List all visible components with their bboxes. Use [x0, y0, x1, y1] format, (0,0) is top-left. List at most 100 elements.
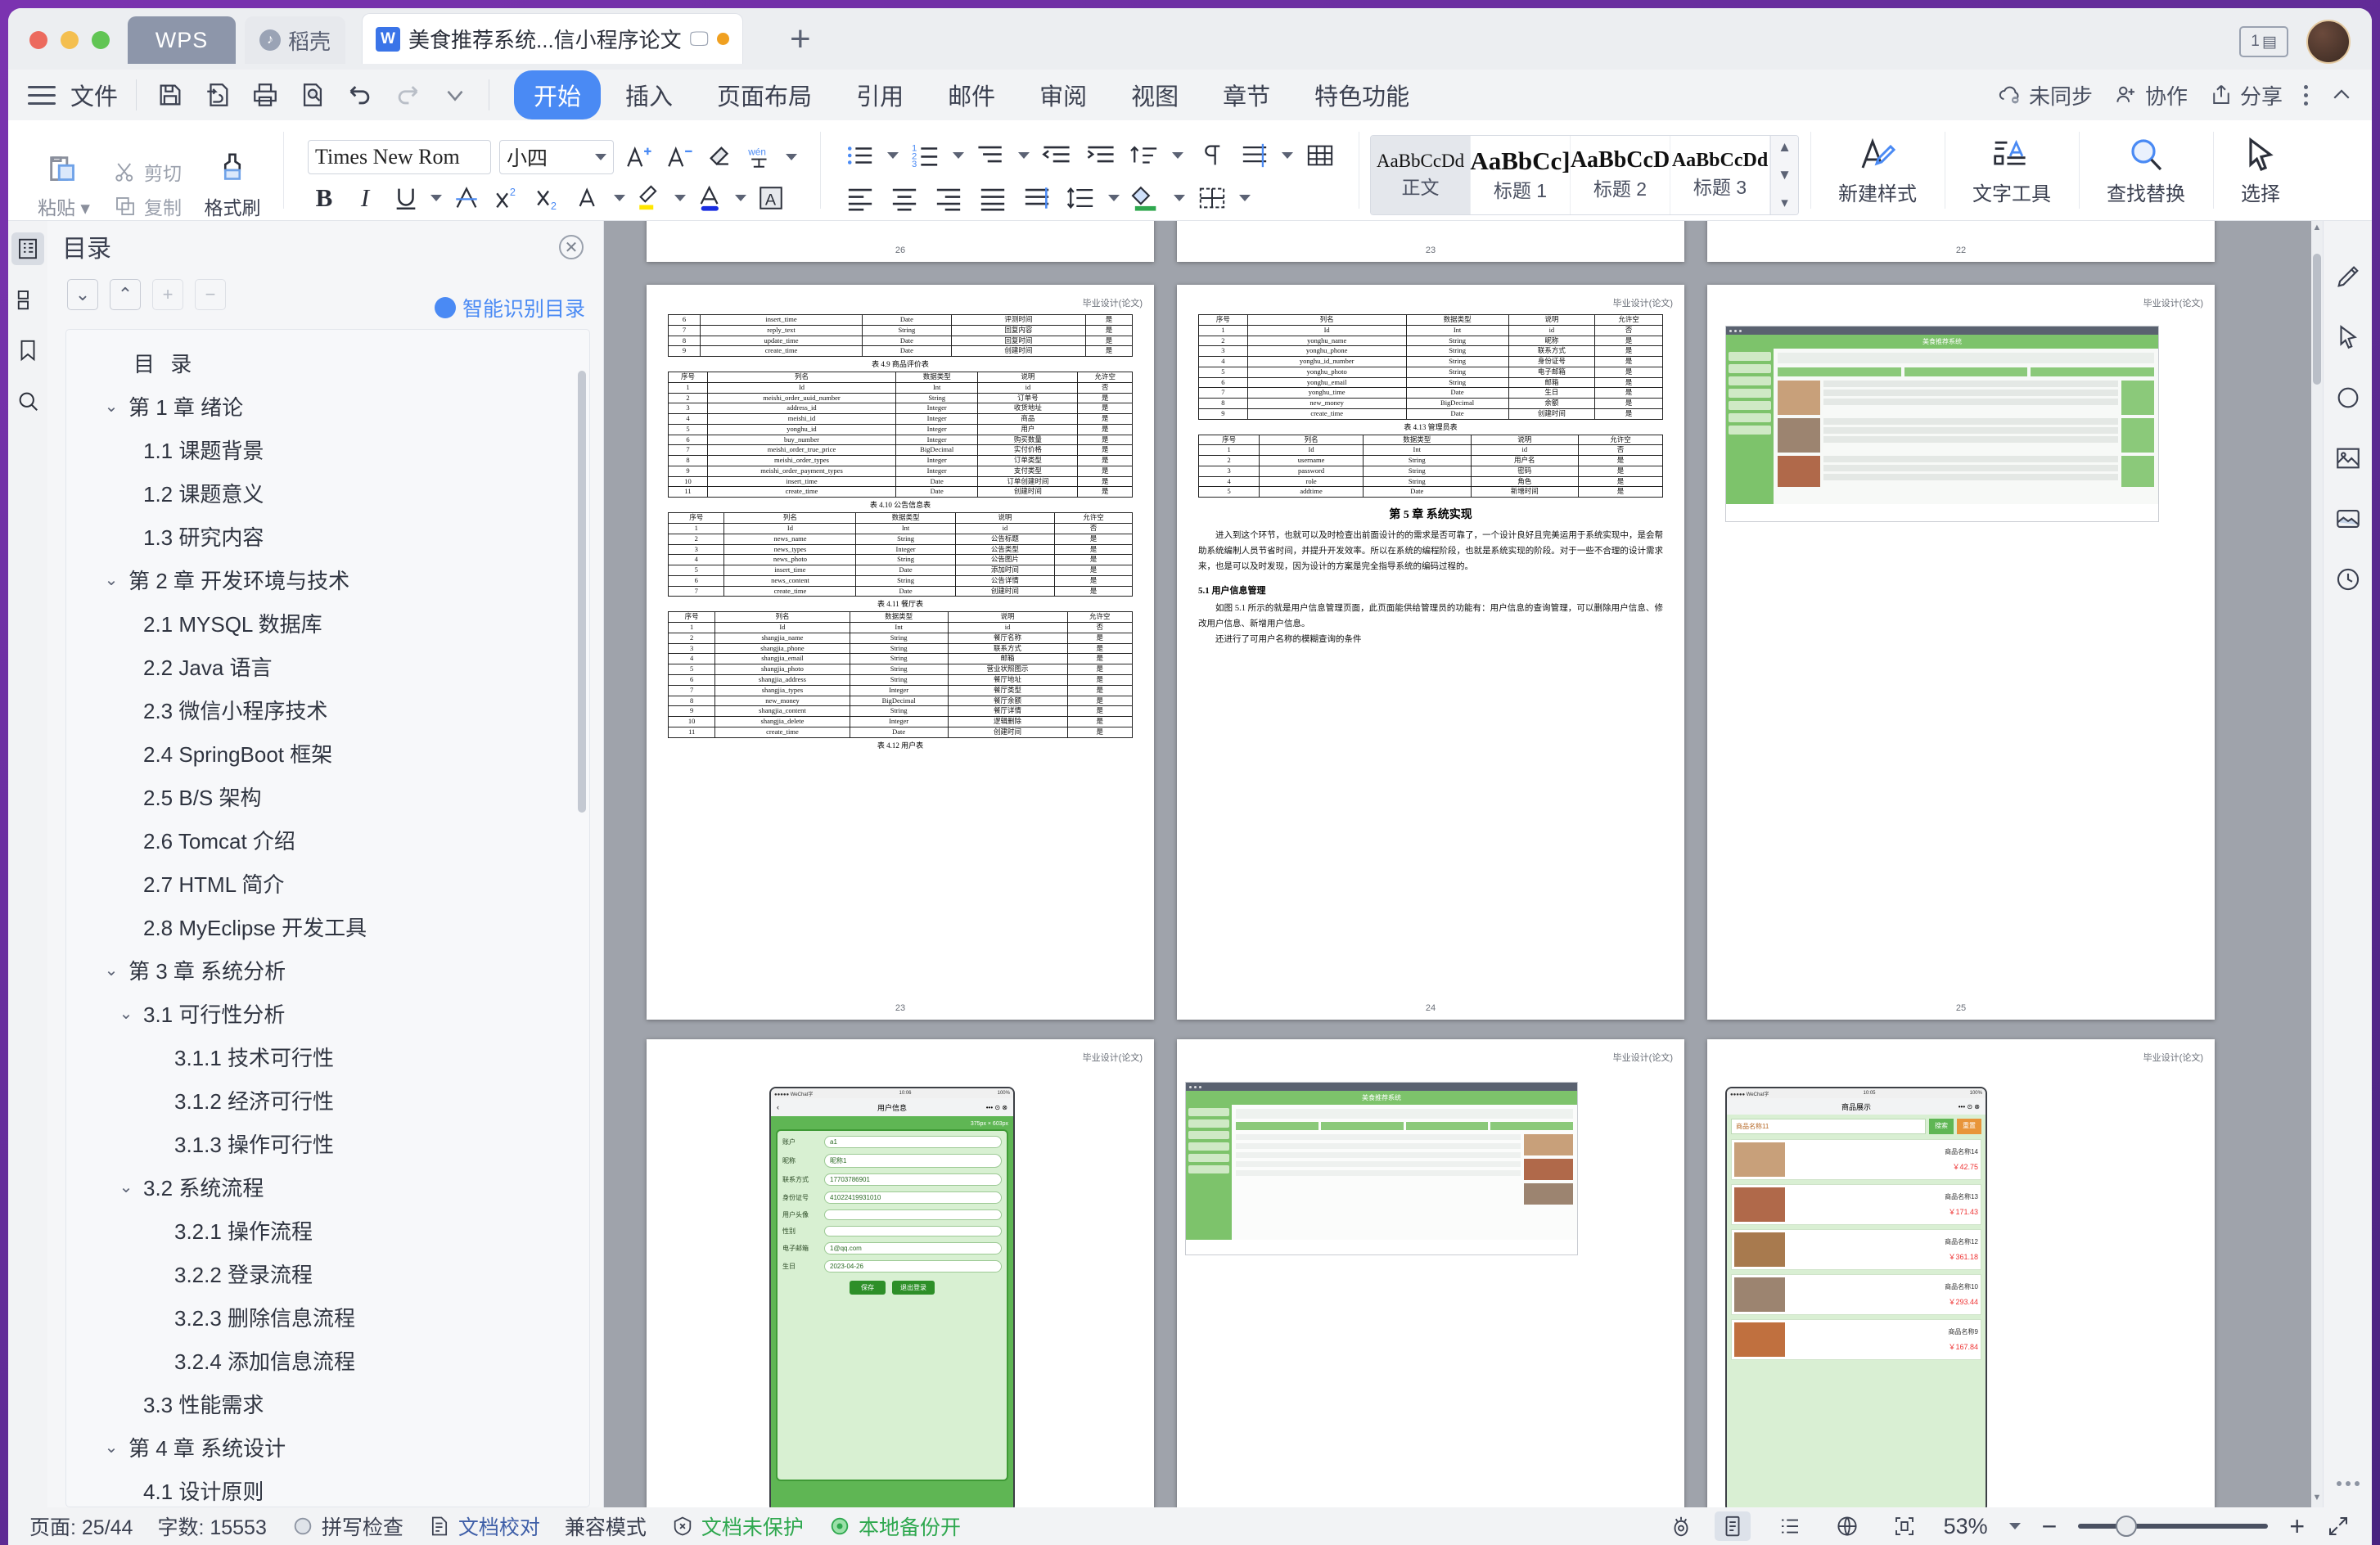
toc-item[interactable]: ⌄3.2.3 删除信息流程: [66, 1295, 589, 1339]
reset-button[interactable]: 重置: [1957, 1119, 1981, 1134]
goods-item[interactable]: 商品名称14 ￥42.75: [1731, 1139, 1981, 1180]
web-view-button[interactable]: [1829, 1511, 1865, 1541]
page-25[interactable]: 毕业设计(论文) 美食推荐系统 25: [1707, 285, 2215, 1020]
toc-item[interactable]: ⌄ 3.2 系统流程: [66, 1165, 589, 1209]
numbered-list-button[interactable]: 123: [908, 139, 943, 172]
spell-check-button[interactable]: 拼写检查: [291, 1511, 403, 1541]
style-gallery[interactable]: AaBbCcDd 正文 AaBbCc] 标题 1 AaBbCcD 标题 2 Aa…: [1370, 135, 1799, 215]
outline-panel-icon[interactable]: [11, 232, 44, 265]
collaborate-button[interactable]: 协作: [2114, 80, 2188, 110]
fit-page-button[interactable]: [1886, 1511, 1922, 1541]
align-center-button[interactable]: [887, 182, 922, 214]
pinyin-guide-button[interactable]: wén: [745, 141, 778, 173]
search-button[interactable]: 搜索: [1929, 1119, 1954, 1134]
subscript-button[interactable]: 2: [532, 182, 565, 214]
document-canvas[interactable]: 26 23 22 毕业设计(论文) 6 insert_time Date 评测时间是 7…: [604, 221, 2323, 1507]
borders-button[interactable]: [1195, 182, 1229, 214]
zoom-slider-knob[interactable]: [2116, 1516, 2138, 1537]
backup-status[interactable]: 本地备份开: [828, 1511, 961, 1541]
format-painter-button[interactable]: 格式刷: [193, 151, 272, 220]
goods-item[interactable]: 商品名称12 ￥361.18: [1731, 1229, 1981, 1270]
zoom-in-button[interactable]: +: [2289, 1513, 2305, 1539]
new-tab-button[interactable]: +: [790, 21, 811, 57]
toc-item[interactable]: ⌄3.1.1 技术可行性: [66, 1035, 589, 1079]
chevron-down-icon[interactable]: ⌄: [117, 1177, 135, 1197]
font-family-input[interactable]: Times New Rom: [308, 139, 491, 174]
chevron-down-icon[interactable]: ⌄: [102, 396, 120, 417]
toc-item[interactable]: ⌄2.2 Java 语言: [66, 645, 589, 688]
font-size-select[interactable]: 小四: [499, 139, 614, 174]
proofread-button[interactable]: 文档校对: [428, 1511, 540, 1541]
style-item-heading3[interactable]: AaBbCcDd 标题 3: [1670, 136, 1770, 214]
canvas-scrollbar[interactable]: ▲ ▼: [2311, 221, 2323, 1507]
line-spacing-button[interactable]: [1064, 182, 1098, 214]
pen-icon[interactable]: [2330, 259, 2366, 295]
daoke-tab[interactable]: ♪ 稻壳: [245, 16, 346, 64]
collapse-ribbon-button[interactable]: [2329, 83, 2354, 107]
toc-item[interactable]: 目 录: [66, 341, 589, 385]
scroll-down-icon[interactable]: ▼: [1778, 167, 1792, 183]
minus-icon[interactable]: −: [195, 279, 226, 310]
page-indicator[interactable]: 页面: 25/44: [29, 1511, 133, 1541]
tab-insert[interactable]: 插入: [606, 70, 692, 119]
search-input[interactable]: 商品名称11: [1731, 1119, 1926, 1134]
expand-down-icon[interactable]: ⌄: [67, 279, 98, 310]
field-value[interactable]: 1@qq.com: [824, 1242, 1002, 1254]
superscript-button[interactable]: 2: [491, 182, 524, 214]
document-tab[interactable]: W 美食推荐系统...信小程序论文 🖵: [362, 13, 743, 64]
field-value[interactable]: 41022419931010: [824, 1191, 1002, 1204]
character-border-button[interactable]: A: [755, 182, 787, 214]
chevron-down-icon[interactable]: [1282, 152, 1293, 159]
bookmark-icon[interactable]: [11, 334, 44, 367]
toc-item[interactable]: ⌄3.2.1 操作流程: [66, 1209, 589, 1252]
outline-view-button[interactable]: [1772, 1511, 1808, 1541]
minimize-window-button[interactable]: [61, 31, 79, 49]
share-button[interactable]: 分享: [2209, 80, 2283, 110]
close-icon[interactable]: ✕: [559, 235, 584, 259]
underline-button[interactable]: [390, 182, 422, 214]
toc-item[interactable]: ⌄2.4 SpringBoot 框架: [66, 732, 589, 775]
scroll-down-icon[interactable]: ▼: [2311, 1493, 2323, 1506]
field-value[interactable]: a1: [824, 1136, 1002, 1148]
print-icon[interactable]: [250, 79, 281, 110]
compat-mode-label[interactable]: 兼容模式: [565, 1511, 647, 1541]
increase-indent-button[interactable]: [1084, 139, 1118, 172]
shape-icon[interactable]: [2330, 380, 2366, 416]
toc-item[interactable]: ⌄2.1 MYSQL 数据库: [66, 601, 589, 645]
undo-icon[interactable]: [345, 79, 376, 110]
scrollbar-thumb[interactable]: [2313, 254, 2321, 385]
cursor-icon[interactable]: [2330, 319, 2366, 355]
field-value[interactable]: [824, 1209, 1002, 1220]
chevron-down-icon[interactable]: [786, 153, 797, 160]
chevron-down-icon[interactable]: [674, 194, 686, 201]
chevron-down-icon[interactable]: [1172, 152, 1183, 159]
toc-item[interactable]: ⌄4.1 设计原则: [66, 1469, 589, 1507]
chevron-down-icon[interactable]: [2008, 1523, 2021, 1529]
strikethrough-button[interactable]: [450, 182, 483, 214]
italic-button[interactable]: I: [349, 182, 381, 214]
table-grid-button[interactable]: [1303, 139, 1337, 172]
chevron-down-icon[interactable]: [953, 152, 964, 159]
cut-button[interactable]: 剪切: [113, 158, 182, 186]
page-23[interactable]: 毕业设计(论文) 6 insert_time Date 评测时间是 7 reply_tex…: [647, 285, 1154, 1020]
print-preview-icon[interactable]: [297, 79, 328, 110]
hamburger-menu-icon[interactable]: [28, 84, 56, 106]
more-options-icon[interactable]: [2304, 84, 2308, 106]
logout-button[interactable]: 退出登录: [892, 1281, 935, 1295]
toc-scrollbar[interactable]: [578, 371, 586, 813]
zoom-out-button[interactable]: −: [2042, 1513, 2058, 1539]
page-28[interactable]: 毕业设计(论文) ●●●●● WeChat字 10:05 100% 商品展示 •…: [1707, 1039, 2215, 1507]
close-window-button[interactable]: [29, 31, 47, 49]
page-27[interactable]: 毕业设计(论文) 美食推荐系统: [1177, 1039, 1684, 1507]
window-count-badge[interactable]: 1 ▤: [2239, 26, 2288, 57]
decrease-font-button[interactable]: [663, 141, 696, 173]
toc-item[interactable]: ⌄3.2.2 登录流程: [66, 1252, 589, 1295]
fullscreen-icon[interactable]: [2326, 1514, 2351, 1538]
tab-view[interactable]: 视图: [1111, 70, 1198, 119]
chevron-down-icon[interactable]: [1174, 195, 1185, 201]
shading-button[interactable]: [1129, 182, 1164, 214]
show-marks-button[interactable]: [1193, 139, 1228, 172]
toc-item[interactable]: ⌄ 第 1 章 绪论: [66, 385, 589, 428]
copy-button[interactable]: 复制: [113, 192, 182, 220]
toc-item[interactable]: ⌄2.8 MyEclipse 开发工具: [66, 905, 589, 948]
